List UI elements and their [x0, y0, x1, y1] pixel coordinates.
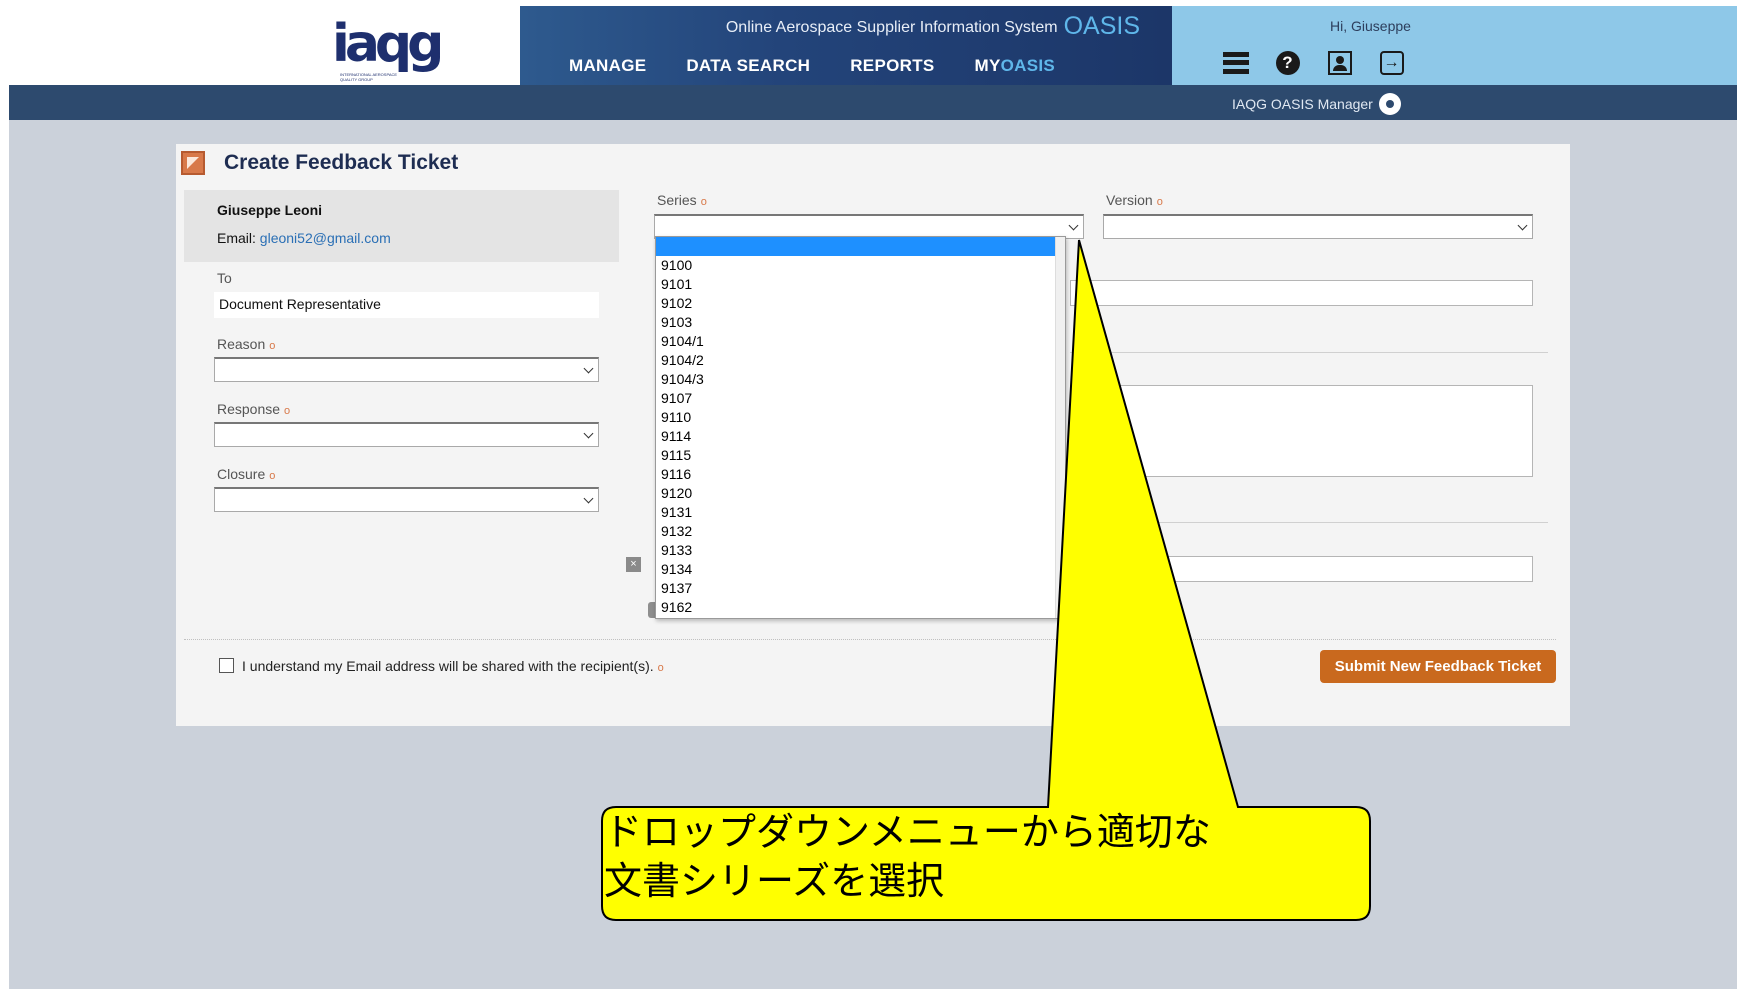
dropdown-option[interactable]: 9162 [656, 598, 1065, 617]
reason-label: Reason o [217, 336, 275, 352]
required-marker: o [269, 340, 276, 352]
version-label-text: Version [1106, 192, 1153, 208]
nav-data-search[interactable]: DATA SEARCH [686, 56, 810, 76]
system-name: OASIS [1063, 12, 1140, 40]
divider [1070, 522, 1548, 523]
role-label: IAQG OASIS Manager [1232, 96, 1373, 112]
required-marker: o [284, 405, 291, 417]
dropdown-option[interactable]: 9131 [656, 503, 1065, 522]
callout-line-1: ドロップダウンメニューから適切な [604, 810, 1211, 854]
subject-input[interactable] [1070, 280, 1533, 306]
required-marker: o [657, 662, 664, 674]
response-select[interactable] [214, 422, 599, 447]
dropdown-option[interactable]: 9103 [656, 313, 1065, 332]
closure-label: Closure o [217, 466, 275, 482]
agree-label: I understand my Email address will be sh… [242, 658, 664, 674]
nav-myoasis-prefix: MY [974, 56, 1001, 75]
required-marker: o [1156, 196, 1163, 208]
dropdown-option[interactable]: 9134 [656, 560, 1065, 579]
submit-ticket-button[interactable]: Submit New Feedback Ticket [1320, 650, 1556, 683]
series-label: Series o [657, 192, 707, 208]
dropdown-option[interactable]: 9104/1 [656, 332, 1065, 351]
agree-text: I understand my Email address will be sh… [242, 658, 654, 674]
dropdown-option[interactable]: 9110 [656, 408, 1065, 427]
help-icon[interactable]: ? [1274, 49, 1301, 76]
nav-reports[interactable]: REPORTS [850, 56, 934, 76]
divider [1070, 352, 1548, 353]
logo-wordmark: iaqg [332, 14, 444, 74]
role-menu[interactable]: IAQG OASIS Manager [1232, 93, 1401, 115]
menu-icon[interactable] [1222, 49, 1249, 76]
dropdown-option[interactable]: 9120 [656, 484, 1065, 503]
response-label: Response o [217, 401, 290, 417]
dropdown-option[interactable]: 9132 [656, 522, 1065, 541]
series-dropdown-list: 9100 9101 9102 9103 9104/1 9104/2 9104/3… [655, 236, 1066, 619]
sub-header-bar [9, 85, 1737, 120]
required-marker: o [269, 470, 276, 482]
nav-menu: MANAGE DATA SEARCH REPORTS MYOASIS [569, 56, 1055, 76]
dropdown-option[interactable]: 9102 [656, 294, 1065, 313]
logo-area: iaqg INTERNATIONAL AEROSPACE QUALITY GRO… [0, 0, 520, 85]
required-marker: o [700, 196, 707, 208]
system-title: Online Aerospace Supplier Information Sy… [726, 12, 1140, 41]
iaqg-logo[interactable]: iaqg INTERNATIONAL AEROSPACE QUALITY GRO… [332, 12, 444, 82]
closure-select[interactable] [214, 487, 599, 512]
email-label: Email: [217, 230, 256, 246]
dropdown-option[interactable]: 9116 [656, 465, 1065, 484]
nav-myoasis[interactable]: MYOASIS [975, 56, 1056, 76]
remove-attachment-icon[interactable]: × [626, 557, 641, 572]
dropdown-option[interactable]: 9104/2 [656, 351, 1065, 370]
instruction-callout: ドロップダウンメニューから適切な 文書シリーズを選択 [604, 808, 1211, 906]
message-textarea[interactable] [1070, 385, 1533, 477]
attachment-input[interactable] [1070, 556, 1533, 582]
system-title-text: Online Aerospace Supplier Information Sy… [725, 19, 1058, 36]
dropdown-option[interactable]: 9104/3 [656, 370, 1065, 389]
version-label: Version o [1106, 192, 1163, 208]
dropdown-option[interactable]: 9101 [656, 275, 1065, 294]
left-margin [0, 0, 9, 989]
sender-info [184, 190, 619, 262]
nav-myoasis-suffix: OASIS [1000, 56, 1056, 75]
main-navigation: Online Aerospace Supplier Information Sy… [520, 6, 1172, 85]
logo-subtext: INTERNATIONAL AEROSPACE QUALITY GROUP [340, 72, 398, 82]
dotted-separator [184, 639, 1556, 640]
response-label-text: Response [217, 401, 281, 417]
sender-email: Email: gleoni52@gmail.com [217, 230, 391, 246]
gear-icon[interactable] [1378, 93, 1401, 115]
reason-select[interactable] [214, 357, 599, 382]
dropdown-option[interactable]: 9107 [656, 389, 1065, 408]
email-link[interactable]: gleoni52@gmail.com [260, 230, 391, 246]
dropdown-option[interactable]: 9115 [656, 446, 1065, 465]
ticket-icon [181, 151, 205, 175]
dropdown-option[interactable]: 9100 [656, 256, 1065, 275]
header-icons: ? → [1222, 49, 1405, 76]
to-field: Document Representative [214, 292, 599, 318]
sender-name: Giuseppe Leoni [217, 202, 323, 218]
logout-icon[interactable]: → [1378, 49, 1405, 76]
version-select[interactable] [1103, 214, 1533, 239]
series-label-text: Series [657, 192, 697, 208]
callout-line-2: 文書シリーズを選択 [604, 859, 945, 903]
dropdown-option[interactable]: 9133 [656, 541, 1065, 560]
greeting: Hi, Giuseppe [1330, 18, 1411, 34]
dropdown-option-blank-selected[interactable] [656, 237, 1065, 256]
closure-label-text: Closure [217, 466, 266, 482]
reason-label-text: Reason [217, 336, 266, 352]
dropdown-scrollbar[interactable] [1055, 237, 1065, 618]
dropdown-option[interactable]: 9114 [656, 427, 1065, 446]
nav-manage[interactable]: MANAGE [569, 56, 646, 76]
profile-icon[interactable] [1326, 49, 1353, 76]
to-label: To [217, 270, 232, 286]
agree-checkbox[interactable] [219, 658, 234, 673]
dropdown-option[interactable]: 9137 [656, 579, 1065, 598]
page-title: Create Feedback Ticket [224, 151, 459, 174]
